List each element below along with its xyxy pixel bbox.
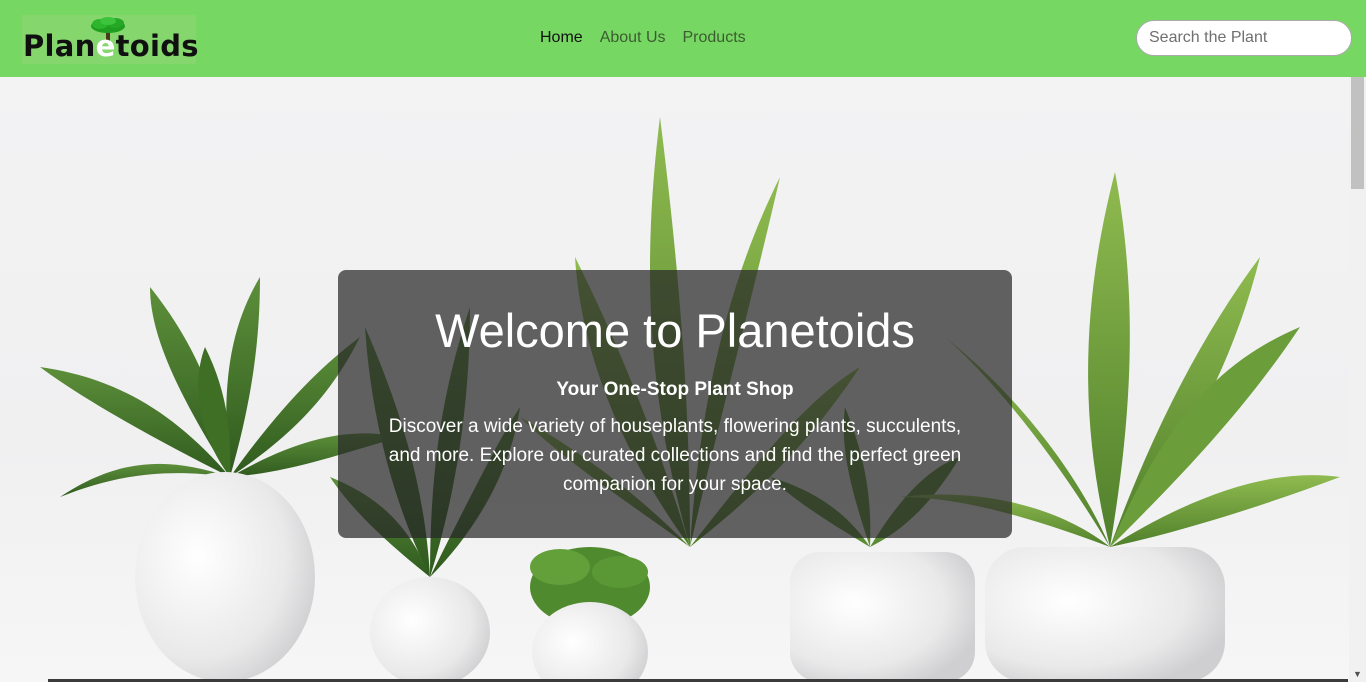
logo[interactable]: Planetoids bbox=[22, 15, 199, 64]
brand-name: Planetoids bbox=[23, 29, 199, 63]
nav-about-us[interactable]: About Us bbox=[600, 29, 666, 47]
hero-title: Welcome to Planetoids bbox=[435, 304, 915, 357]
navbar: Planetoids Home About Us Products bbox=[0, 0, 1366, 77]
hero-subtitle: Your One-Stop Plant Shop bbox=[556, 379, 794, 400]
welcome-panel: Welcome to Planetoids Your One-Stop Plan… bbox=[338, 270, 1012, 538]
scrollbar-thumb[interactable] bbox=[1351, 77, 1364, 189]
nav-products[interactable]: Products bbox=[683, 29, 746, 47]
main-nav: Home About Us Products bbox=[540, 29, 763, 47]
chevron-down-icon[interactable]: ▼ bbox=[1349, 668, 1366, 680]
vertical-scrollbar[interactable]: ▼ bbox=[1349, 77, 1366, 682]
search-input[interactable] bbox=[1136, 20, 1352, 56]
nav-home[interactable]: Home bbox=[540, 29, 583, 47]
page: Planetoids Home About Us Products Search… bbox=[0, 0, 1366, 682]
hero-section: Welcome to Planetoids Your One-Stop Plan… bbox=[0, 77, 1349, 682]
hero-description: Discover a wide variety of houseplants, … bbox=[388, 416, 962, 495]
